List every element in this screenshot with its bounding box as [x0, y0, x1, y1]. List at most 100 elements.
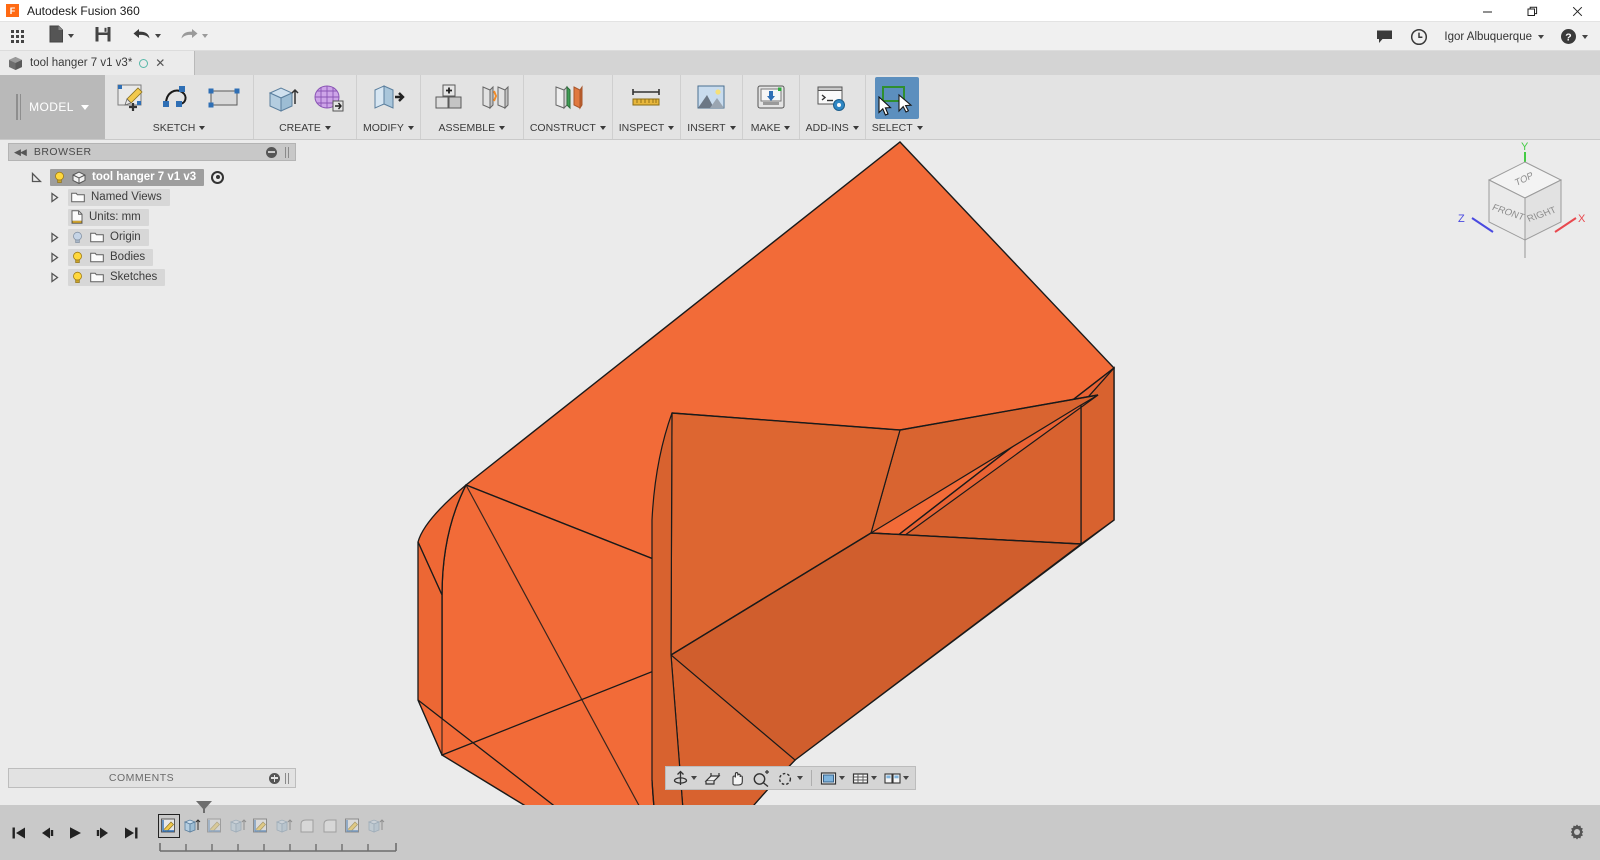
ribbon-group-label[interactable]: MODIFY	[363, 122, 414, 134]
tree-chip-origin[interactable]: Origin	[68, 229, 149, 246]
timeline-sketch-feature-3[interactable]	[250, 814, 272, 838]
ribbon-group-label[interactable]: SKETCH	[153, 122, 206, 134]
offset-plane-button[interactable]	[546, 77, 590, 119]
ribbon-group-inspect-label: INSPECT	[619, 122, 665, 134]
new-file-button[interactable]	[43, 22, 79, 51]
ribbon-group-label[interactable]: INSERT	[687, 122, 735, 134]
tree-item-units[interactable]: Units: mm	[8, 207, 296, 227]
tree-item-bodies[interactable]: Bodies	[8, 247, 296, 267]
minimize-button[interactable]	[1465, 0, 1510, 22]
timeline-playhead-icon[interactable]	[158, 801, 458, 813]
orbit-button[interactable]	[669, 768, 700, 788]
undo-button[interactable]	[127, 22, 166, 51]
add-comment-icon[interactable]	[269, 773, 280, 784]
timeline-fillet-feature-1[interactable]	[296, 814, 318, 838]
tree-chip-sketches[interactable]: Sketches	[68, 269, 165, 286]
timeline-sketch-feature-2[interactable]	[204, 814, 226, 838]
timeline-sketch-feature-1[interactable]	[158, 814, 180, 838]
play-button[interactable]	[66, 824, 84, 842]
expander-closed-icon[interactable]	[44, 192, 64, 203]
sketch-rectangle-button[interactable]	[203, 77, 247, 119]
timeline-extrude-feature-4[interactable]	[365, 814, 387, 838]
scripts-addins-button[interactable]	[810, 77, 854, 119]
ribbon-group-label[interactable]: ADD-INS	[806, 122, 859, 134]
zoom-button[interactable]	[749, 768, 773, 788]
display-settings-button[interactable]	[817, 768, 848, 788]
expander-open-icon[interactable]	[26, 172, 46, 183]
go-to-beginning-button[interactable]	[10, 824, 28, 842]
timeline-extrude-feature-2[interactable]	[227, 814, 249, 838]
browser-minimize-icon[interactable]	[266, 147, 277, 158]
view-cube[interactable]: Y Z X TOP FRONT RIGHT	[1430, 140, 1590, 270]
collapse-browser-icon[interactable]: ◀◀	[14, 147, 26, 158]
tree-chip-named-views[interactable]: Named Views	[68, 189, 170, 206]
comments-resize-grip-icon[interactable]	[285, 773, 290, 784]
ribbon-group-inspect: INSPECT	[613, 75, 682, 139]
tree-item-origin[interactable]: Origin	[8, 227, 296, 247]
select-tool-button[interactable]	[875, 77, 919, 119]
tree-item-named-views[interactable]: Named Views	[8, 187, 296, 207]
viewports-button[interactable]	[881, 768, 912, 788]
tree-chip-root[interactable]: tool hanger 7 v1 v3	[50, 169, 204, 186]
tree-item-sketches[interactable]: Sketches	[8, 267, 296, 287]
visibility-bulb-icon[interactable]	[71, 251, 84, 264]
timeline-extrude-feature-3[interactable]	[273, 814, 295, 838]
ribbon-group-label[interactable]: SELECT	[872, 122, 923, 134]
visibility-bulb-icon[interactable]	[53, 171, 66, 184]
expander-closed-icon[interactable]	[44, 232, 64, 243]
comments-title: COMMENTS	[14, 772, 269, 784]
timeline-extrude-feature-1[interactable]	[181, 814, 203, 838]
3d-print-button[interactable]	[749, 77, 793, 119]
workspace-switcher[interactable]: MODEL	[0, 75, 105, 139]
comments-panel-button[interactable]	[1370, 22, 1400, 51]
tree-chip-bodies[interactable]: Bodies	[68, 249, 153, 266]
help-button[interactable]: ?	[1554, 22, 1594, 51]
timeline-fillet-feature-2[interactable]	[319, 814, 341, 838]
save-button[interactable]	[89, 22, 117, 51]
fit-button[interactable]	[774, 768, 806, 788]
app-grid-button[interactable]	[0, 22, 29, 51]
look-at-button[interactable]	[701, 768, 724, 788]
go-to-end-button[interactable]	[122, 824, 140, 842]
insert-image-button[interactable]	[689, 77, 733, 119]
measure-button[interactable]	[625, 77, 669, 119]
create-sketch-button[interactable]	[111, 77, 155, 119]
rectangle-icon	[208, 82, 242, 114]
ribbon-group-label[interactable]: MAKE	[751, 122, 791, 134]
ribbon-group-make: MAKE	[743, 75, 800, 139]
document-tab-close-icon[interactable]: ✕	[155, 56, 165, 70]
ribbon-group-label[interactable]: CONSTRUCT	[530, 122, 606, 134]
visibility-bulb-off-icon[interactable]	[71, 231, 84, 244]
visibility-bulb-icon[interactable]	[71, 271, 84, 284]
job-status-button[interactable]	[1404, 22, 1434, 51]
folder-icon	[71, 191, 85, 203]
create-form-button[interactable]	[306, 77, 350, 119]
pan-button[interactable]	[725, 768, 748, 788]
document-tab[interactable]: tool hanger 7 v1 v3* ✕	[0, 51, 195, 75]
sketch-spline-button[interactable]	[157, 77, 201, 119]
joint-button[interactable]	[473, 77, 517, 119]
extrude-button[interactable]	[260, 77, 304, 119]
press-pull-button[interactable]	[366, 77, 410, 119]
ribbon-group-label[interactable]: ASSEMBLE	[439, 122, 506, 134]
expander-closed-icon[interactable]	[44, 252, 64, 263]
user-account-button[interactable]: Igor Albuquerque	[1438, 22, 1550, 51]
redo-button[interactable]	[174, 22, 213, 51]
browser-resize-grip-icon[interactable]	[285, 147, 290, 158]
timeline-sketch-feature-4[interactable]	[342, 814, 364, 838]
tree-item-root[interactable]: tool hanger 7 v1 v3	[8, 167, 296, 187]
new-component-button[interactable]	[427, 77, 471, 119]
tree-chip-units[interactable]: Units: mm	[68, 209, 149, 226]
timeline-settings-button[interactable]	[1568, 823, 1586, 846]
timeline-features	[158, 813, 408, 853]
grid-snaps-button[interactable]	[849, 768, 880, 788]
ribbon-group-label[interactable]: INSPECT	[619, 122, 675, 134]
step-forward-button[interactable]	[94, 824, 112, 842]
expander-closed-icon[interactable]	[44, 272, 64, 283]
step-back-button[interactable]	[38, 824, 56, 842]
comments-panel[interactable]: COMMENTS	[8, 768, 296, 788]
close-button[interactable]	[1555, 0, 1600, 22]
restore-button[interactable]	[1510, 0, 1555, 22]
ribbon-group-label[interactable]: CREATE	[279, 122, 331, 134]
activate-component-icon[interactable]	[211, 171, 224, 184]
